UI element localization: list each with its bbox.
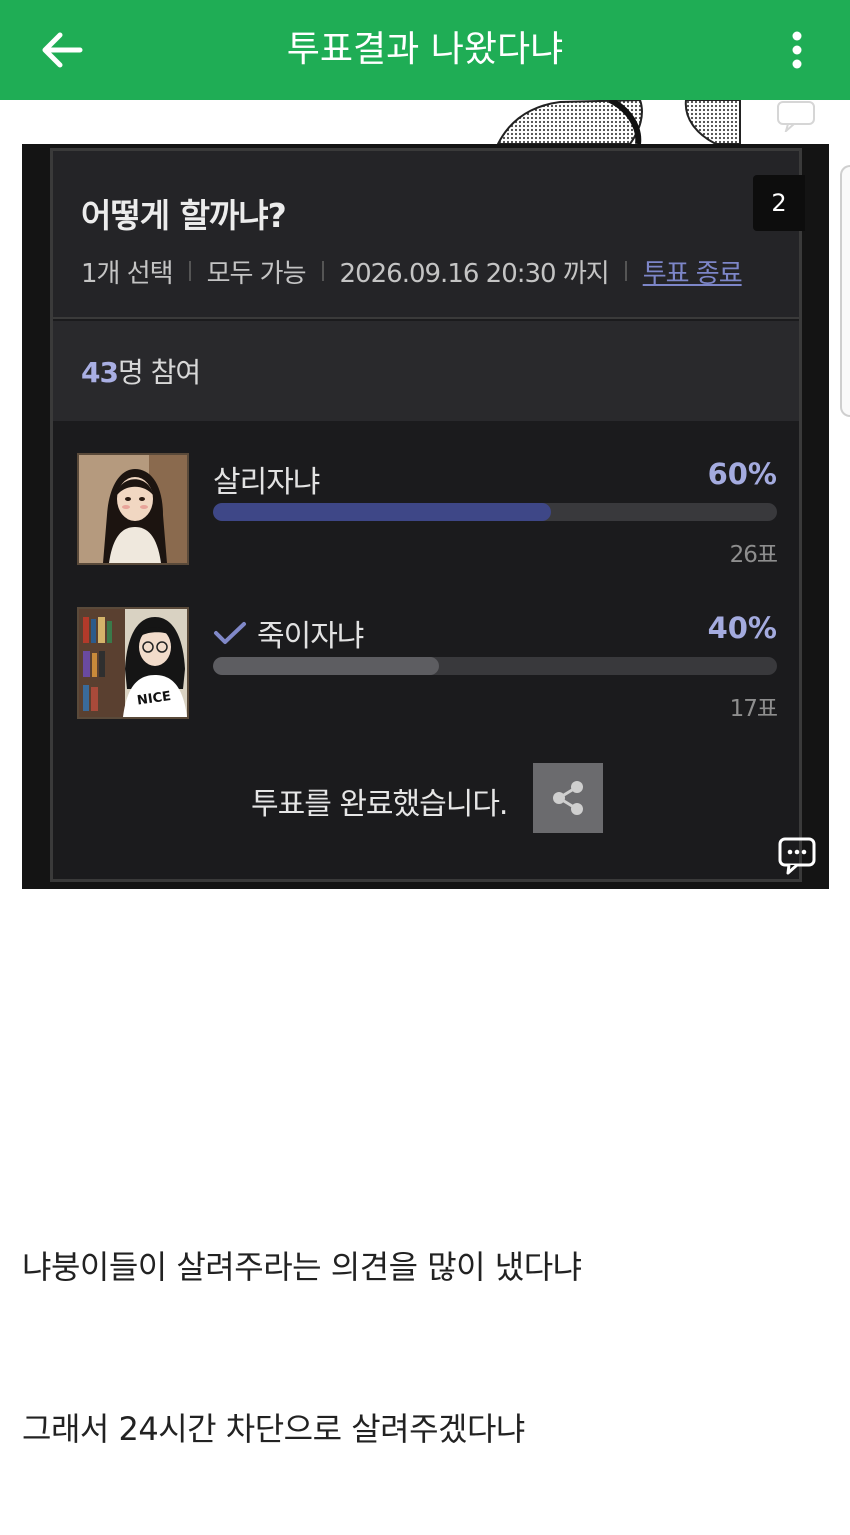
poll-screenshot: 어떻게 할까냐? 1개 선택 모두 가능 2026.09.16 20:30 까지…: [22, 144, 829, 889]
participant-count: 43: [81, 356, 119, 389]
faint-comment-icon: [777, 101, 815, 132]
result-bar-track: [213, 657, 777, 675]
option-thumbnail: [77, 453, 189, 565]
page-title: 투표결과 나왔다냐: [286, 29, 564, 70]
option-thumbnail: NICE: [77, 607, 189, 719]
participant-suffix: 명 참여: [117, 356, 201, 389]
option-percent: 60%: [707, 457, 777, 491]
option-votes: 26표: [729, 542, 778, 568]
comment-icon[interactable]: [777, 836, 817, 876]
check-icon: [213, 620, 247, 646]
side-scroll-tab[interactable]: [840, 165, 850, 417]
poll-meta: 1개 선택 모두 가능 2026.09.16 20:30 까지 투표 종료: [81, 253, 743, 290]
girl-portrait-image: [79, 455, 187, 563]
option-label: 살리자냐: [213, 457, 320, 501]
more-options-button[interactable]: [778, 24, 816, 76]
poll-card: 어떻게 할까냐? 1개 선택 모두 가능 2026.09.16 20:30 까지…: [50, 148, 805, 882]
arrow-left-icon: [42, 32, 83, 68]
share-icon: [553, 781, 583, 815]
meta-divider: [188, 261, 191, 281]
option-label-text: 죽이자냐: [257, 619, 364, 654]
meta-divider: [624, 261, 627, 281]
vote-done-text: 투표를 완료했습니다.: [251, 787, 508, 822]
option-label-text: 살리자냐: [213, 465, 320, 500]
audience-rule: 모두 가능: [206, 258, 307, 289]
option-percent: 40%: [707, 611, 777, 645]
poll-option[interactable]: NICE 죽이자냐 40% 17표: [53, 607, 799, 723]
more-vertical-icon: [792, 31, 802, 69]
option-label: 죽이자냐: [213, 611, 364, 655]
selection-rule: 1개 선택: [81, 258, 174, 289]
result-bar-track: [213, 503, 777, 521]
back-button[interactable]: [36, 26, 88, 74]
image-count-badge: 2: [753, 175, 805, 231]
result-bar-fill: [213, 503, 552, 521]
body-paragraph: 그래서 24시간 차단으로 살려주겠다냐: [22, 1410, 525, 1448]
body-paragraph: 냐붕이들이 살려주라는 의견을 많이 냈다냐: [22, 1248, 582, 1286]
girl-bookshelf-image: NICE: [79, 609, 187, 717]
option-votes: 17표: [729, 696, 778, 722]
app-header: 투표결과 나왔다냐: [0, 0, 850, 100]
share-button[interactable]: [533, 763, 603, 833]
manga-art-fragment: [496, 100, 741, 144]
poll-header: 어떻게 할까냐? 1개 선택 모두 가능 2026.09.16 20:30 까지…: [53, 151, 805, 319]
poll-question: 어떻게 할까냐?: [81, 196, 287, 235]
meta-divider: [321, 261, 324, 281]
end-poll-link[interactable]: 투표 종료: [643, 253, 743, 290]
participants-row: 43명 참여: [53, 321, 799, 421]
vote-done-row: 투표를 완료했습니다.: [53, 763, 799, 833]
poll-option[interactable]: 살리자냐 60% 26표: [53, 453, 799, 569]
result-bar-fill: [213, 657, 439, 675]
deadline: 2026.09.16 20:30 까지: [339, 258, 610, 289]
participants-text: 43명 참여: [81, 351, 201, 391]
